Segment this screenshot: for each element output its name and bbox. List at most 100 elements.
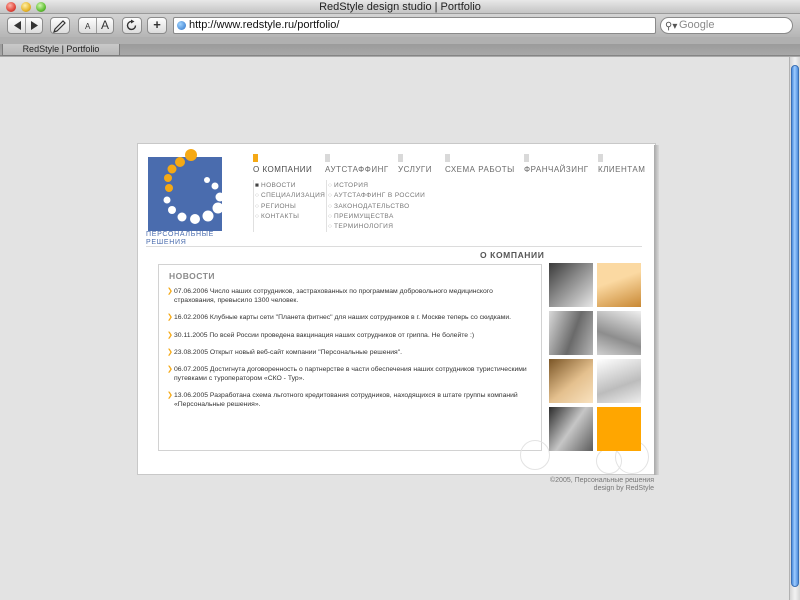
- news-heading: Новости: [169, 271, 216, 281]
- tab-portfolio[interactable]: RedStyle | Portfolio: [2, 44, 120, 56]
- text-size-buttons: A A: [78, 17, 114, 34]
- news-text: 30.11.2005 По всей России проведена вакц…: [174, 331, 475, 339]
- photo-tile: [597, 359, 641, 403]
- nav-item-clients[interactable]: Клиентам: [598, 154, 645, 174]
- browser-toolbar: A A + http://www.redstyle.ru/portfolio/ …: [0, 14, 800, 37]
- nav-label: Схема работы: [445, 165, 515, 174]
- nav-marker-icon: [325, 154, 330, 162]
- news-panel: Новости ❯ 07.06.2006 Число наших сотрудни…: [158, 264, 542, 451]
- nav-marker-icon: [524, 154, 529, 162]
- subnav-divider: [253, 180, 254, 232]
- subnav-divider: [326, 180, 327, 232]
- footer-credit[interactable]: design by RedStyle: [440, 485, 654, 493]
- news-item[interactable]: ❯ 23.08.2005 Открыт новый веб-сайт компан…: [167, 348, 529, 357]
- text-smaller-button[interactable]: A: [85, 19, 90, 34]
- subnav-label: Новости: [261, 182, 296, 189]
- arrow-icon: ❯: [167, 348, 173, 356]
- search-placeholder: Google: [679, 19, 715, 31]
- text-bigger-button[interactable]: A: [101, 18, 109, 33]
- globe-icon: [177, 21, 186, 30]
- news-text: 16.02.2006 Клубные карты сети "Планета ф…: [174, 314, 512, 322]
- photo-tile: [549, 407, 593, 451]
- nav-marker-icon: [445, 154, 450, 162]
- logo-text: Персональные решения: [146, 231, 215, 246]
- subnav-label: Терминология: [334, 223, 394, 231]
- back-forward-buttons: [7, 17, 43, 34]
- news-text: 07.06.2006 Число наших сотрудников, заст…: [174, 288, 493, 304]
- subnav-label: Преимущества: [334, 212, 394, 220]
- reload-button[interactable]: [122, 17, 142, 34]
- subnav-item-terminology[interactable]: ○ Терминология: [328, 222, 425, 232]
- nav-item-company[interactable]: О компании: [253, 154, 312, 174]
- subnav-item-legislation[interactable]: ○ Законодательство: [328, 202, 425, 212]
- button-divider: [25, 18, 26, 33]
- subnav-left: ■ Новости ○ Специализация ○ Регионы ○ Контак…: [255, 181, 325, 222]
- nav-marker-icon: [398, 154, 403, 162]
- news-list: ❯ 07.06.2006 Число наших сотрудников, зас…: [167, 287, 529, 418]
- page-shadow: [654, 145, 659, 475]
- news-item[interactable]: ❯ 06.07.2005 Достигнута договоренность о …: [167, 365, 529, 383]
- nav-item-franchising[interactable]: Франчайзинг: [524, 154, 589, 174]
- news-text: 06.07.2005 Достигнута договоренность о п…: [174, 366, 527, 383]
- window-title: RedStyle design studio | Portfolio: [319, 1, 481, 13]
- footer-copyright: ©2005, Персональные решения: [550, 477, 654, 484]
- photo-tile: [597, 407, 641, 451]
- subnav-item-advantages[interactable]: ○ Преимущества: [328, 212, 425, 222]
- nav-marker-icon: [253, 154, 258, 162]
- subnav-right: ○ История ○ Аутстаффинг в России ○ Законода…: [328, 181, 425, 232]
- nav-marker-icon: [598, 154, 603, 162]
- arrow-icon: ❯: [167, 314, 173, 322]
- nav-item-outstaffing[interactable]: Аутстаффинг: [325, 154, 389, 174]
- edit-button[interactable]: [50, 17, 70, 34]
- vertical-scrollbar[interactable]: [789, 57, 800, 600]
- subnav-item-contacts[interactable]: ○ Контакты: [255, 212, 325, 222]
- scroll-thumb[interactable]: [791, 65, 799, 587]
- address-url[interactable]: http://www.redstyle.ru/portfolio/: [189, 19, 339, 31]
- nav-label: Клиентам: [598, 165, 646, 174]
- forward-arrow-icon: [31, 21, 38, 30]
- add-bookmark-button[interactable]: +: [147, 17, 167, 34]
- address-bar[interactable]: http://www.redstyle.ru/portfolio/: [173, 17, 656, 34]
- nav-label: Аутстаффинг: [325, 165, 389, 174]
- news-text: 23.08.2005 Открыт новый веб-сайт компани…: [174, 348, 403, 356]
- nav-item-services[interactable]: Услуги: [398, 154, 432, 174]
- photo-tile: [549, 263, 593, 307]
- nav-label: О компании: [253, 165, 313, 174]
- nav-item-workflow[interactable]: Схема работы: [445, 154, 515, 174]
- subnav-item-news[interactable]: ■ Новости: [255, 181, 325, 191]
- nav-label: Франчайзинг: [524, 165, 589, 174]
- subnav-item-history[interactable]: ○ История: [328, 181, 425, 191]
- site-footer: ©2005, Персональные решения design by Re…: [440, 477, 654, 493]
- subnav-label: Специализация: [261, 192, 326, 200]
- header-divider: [146, 246, 642, 247]
- back-arrow-icon[interactable]: [8, 18, 44, 33]
- photo-tile: [549, 311, 593, 355]
- subnav-item-outstaffing-russia[interactable]: ○ Аутстаффинг в России: [328, 191, 425, 201]
- logo-dots-icon: [163, 149, 225, 224]
- search-input[interactable]: ⚲▾ Google: [660, 17, 793, 34]
- subnav-label: Аутстаффинг в России: [334, 192, 426, 200]
- arrow-icon: ❯: [167, 392, 173, 400]
- photo-tile: [597, 263, 641, 307]
- main-nav: О компании Аутстаффинг Услуги Схема рабо…: [253, 154, 649, 176]
- photo-tile: [549, 359, 593, 403]
- arrow-icon: ❯: [167, 366, 173, 374]
- window-titlebar: RedStyle design studio | Portfolio: [0, 0, 800, 14]
- subnav-label: Регионы: [261, 202, 297, 210]
- pencil-icon: [53, 20, 66, 33]
- arrow-icon: ❯: [167, 331, 173, 339]
- news-item[interactable]: ❯ 16.02.2006 Клубные карты сети "Планета …: [167, 313, 529, 322]
- subnav-item-regions[interactable]: ○ Регионы: [255, 202, 325, 212]
- subnav-item-specialization[interactable]: ○ Специализация: [255, 191, 325, 201]
- arrow-icon: ❯: [167, 288, 173, 295]
- news-item[interactable]: ❯ 30.11.2005 По всей России проведена вак…: [167, 331, 529, 340]
- photo-tile: [597, 311, 641, 355]
- section-title: О компании: [480, 250, 545, 260]
- subnav-label: История: [334, 182, 369, 189]
- tab-bar: RedStyle | Portfolio: [0, 44, 800, 56]
- decorative-circle: [520, 440, 550, 470]
- news-item[interactable]: ❯ 13.06.2005 Разработана схема льготного …: [167, 391, 529, 409]
- news-item[interactable]: ❯ 07.06.2006 Число наших сотрудников, зас…: [167, 287, 529, 305]
- photo-grid: [549, 263, 641, 453]
- subnav-label: Контакты: [261, 212, 300, 220]
